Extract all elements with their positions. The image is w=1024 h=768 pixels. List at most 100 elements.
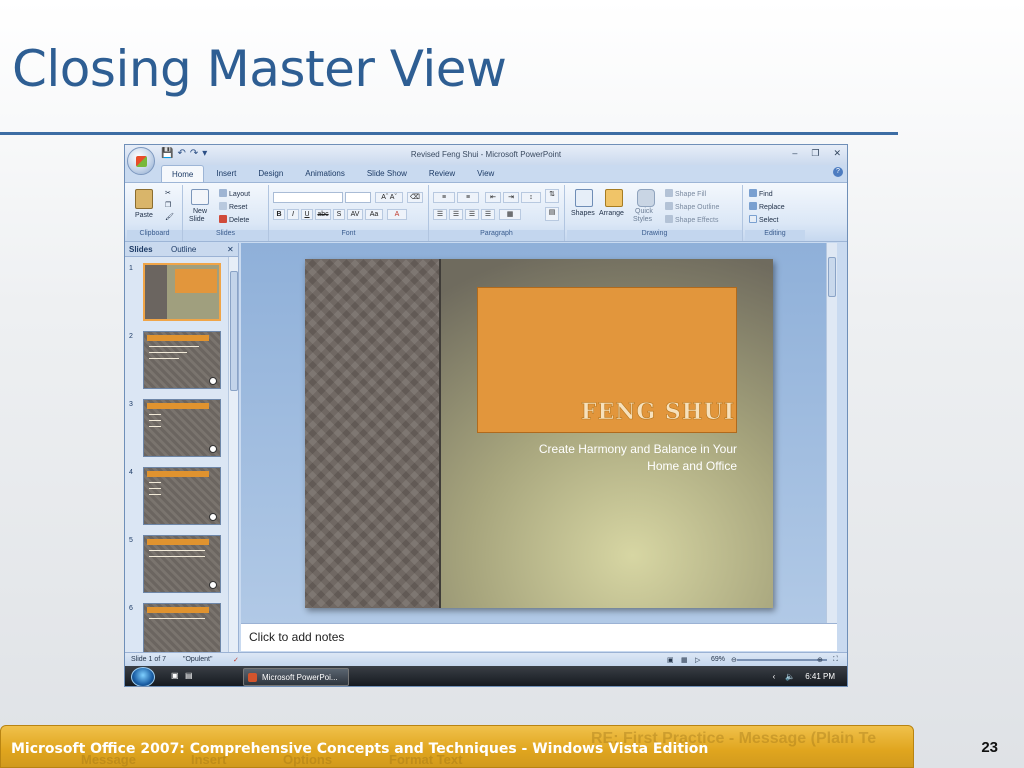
tab-design[interactable]: Design [248,165,293,183]
arrange-button[interactable]: Arrange [599,210,624,217]
slide-heading[interactable]: FENG SHUI [477,399,737,426]
page-number: 23 [981,739,998,756]
reset-button[interactable]: Reset [219,202,247,211]
tab-insert[interactable]: Insert [206,165,246,183]
clear-formatting-icon[interactable]: ⌫ [407,192,423,203]
replace-icon [749,202,757,210]
font-size-combo[interactable] [345,192,371,203]
spelling-icon[interactable]: ✓ [233,656,239,664]
slide-thumbnail[interactable]: 4 [125,467,229,529]
volume-icon[interactable]: 🔈 [785,672,795,681]
slide-thumbnail[interactable]: 2 [125,331,229,393]
shape-outline-button[interactable]: Shape Outline [665,202,719,211]
copy-icon[interactable]: ❐ [165,201,171,209]
office-button[interactable] [127,147,155,175]
numbering-icon[interactable]: ≡ [457,192,479,203]
fit-to-window-icon[interactable]: ⛶ [833,656,838,664]
quick-styles-label-1[interactable]: Quick [635,208,653,215]
shapes-icon[interactable] [575,189,593,207]
grow-shrink-font-button[interactable]: Aˆ Aˇ [375,192,403,203]
align-left-icon[interactable]: ☰ [433,209,447,220]
font-color-icon[interactable]: A [387,209,407,220]
text-direction-icon[interactable]: ⇅ [545,189,559,203]
show-desktop-icon[interactable]: ▣ [171,671,179,680]
slide-counter: Slide 1 of 7 [131,656,167,663]
tab-home[interactable]: Home [161,165,205,183]
char-spacing-button[interactable]: AV [347,209,363,220]
notes-pane[interactable]: Click to add notes [241,623,837,651]
zoom-in-icon[interactable]: ⊕ [817,656,823,664]
start-button[interactable] [131,667,155,686]
close-icon[interactable]: ✕ [833,148,841,159]
align-text-icon[interactable]: ▤ [545,207,559,221]
tab-view[interactable]: View [467,165,504,183]
drawing-group-label: Drawing [567,230,742,241]
tray-chevron-icon[interactable]: ‹ [773,672,776,681]
quick-styles-icon[interactable] [637,189,655,207]
pane-tab-outline[interactable]: Outline [171,245,196,254]
arrange-icon[interactable] [605,189,623,207]
tab-review[interactable]: Review [419,165,465,183]
columns-icon[interactable]: ▦ [499,209,521,220]
transition-icon [209,513,217,521]
scrollbar-thumb[interactable] [828,257,836,297]
normal-view-icon[interactable]: ▣ [667,656,674,664]
decrease-indent-icon[interactable]: ⇤ [485,192,501,203]
paste-button[interactable]: Paste [135,212,153,219]
slide-thumbnail[interactable]: 5 [125,535,229,597]
shadow-button[interactable]: S [333,209,345,220]
pane-tab-slides[interactable]: Slides [129,245,153,254]
taskbar-powerpoint-button[interactable]: Microsoft PowerPoi... [243,668,349,686]
help-icon[interactable]: ? [833,167,843,177]
new-slide-label-1[interactable]: New [193,208,207,215]
line-spacing-icon[interactable]: ↕ [521,192,541,203]
delete-button[interactable]: Delete [219,215,249,224]
zoom-slider[interactable] [737,659,827,661]
bullets-icon[interactable]: ≡ [433,192,455,203]
new-slide-icon[interactable] [191,189,209,205]
new-slide-label-2[interactable]: Slide [189,216,205,223]
clock[interactable]: 6:41 PM [805,672,835,681]
justify-icon[interactable]: ☰ [481,209,495,220]
strikethrough-button[interactable]: abc [315,209,331,220]
paste-icon[interactable] [135,189,153,209]
slide-sorter-icon[interactable]: ▦ [681,656,688,664]
select-button[interactable]: Select [749,215,778,224]
replace-button[interactable]: Replace [749,202,785,211]
scrollbar-thumb[interactable] [230,271,238,391]
transition-icon [209,581,217,589]
pane-close-icon[interactable]: ✕ [227,245,234,254]
restore-icon[interactable]: ❐ [811,148,819,159]
editing-group-label: Editing [745,230,805,241]
change-case-button[interactable]: Aa [365,209,383,220]
slide-thumbnail[interactable]: 3 [125,399,229,461]
minimize-icon[interactable]: – [792,148,797,159]
find-button[interactable]: Find [749,189,773,198]
shape-fill-button[interactable]: Shape Fill [665,189,706,198]
italic-button[interactable]: I [287,209,299,220]
align-center-icon[interactable]: ☰ [449,209,463,220]
tab-animations[interactable]: Animations [295,165,355,183]
underline-button[interactable]: U [301,209,313,220]
slide-show-icon[interactable]: ▷ [695,656,700,664]
cut-icon[interactable]: ✂ [165,189,171,197]
format-painter-icon[interactable]: 🖌 [165,213,174,221]
slide-thumbnail[interactable]: 1 [125,263,229,325]
thumbnails-scrollbar[interactable] [228,257,238,653]
switch-windows-icon[interactable]: ▤ [185,671,193,680]
current-slide[interactable]: FENG SHUI Create Harmony and Balance in … [305,259,773,608]
slide-subtitle[interactable]: Create Harmony and Balance in Your Home … [505,441,737,475]
bold-button[interactable]: B [273,209,285,220]
zoom-out-icon[interactable]: ⊖ [731,656,737,664]
increase-indent-icon[interactable]: ⇥ [503,192,519,203]
layout-button[interactable]: Layout [219,189,250,198]
font-name-combo[interactable] [273,192,343,203]
shapes-button[interactable]: Shapes [571,210,595,217]
shape-effects-button[interactable]: Shape Effects [665,215,718,224]
align-right-icon[interactable]: ☰ [465,209,479,220]
quick-styles-label-2[interactable]: Styles [633,216,652,223]
slide-scrollbar[interactable] [826,243,837,623]
zoom-level[interactable]: 69% [711,656,725,663]
tab-slide-show[interactable]: Slide Show [357,165,417,183]
thumbnail-title-band [147,403,209,409]
